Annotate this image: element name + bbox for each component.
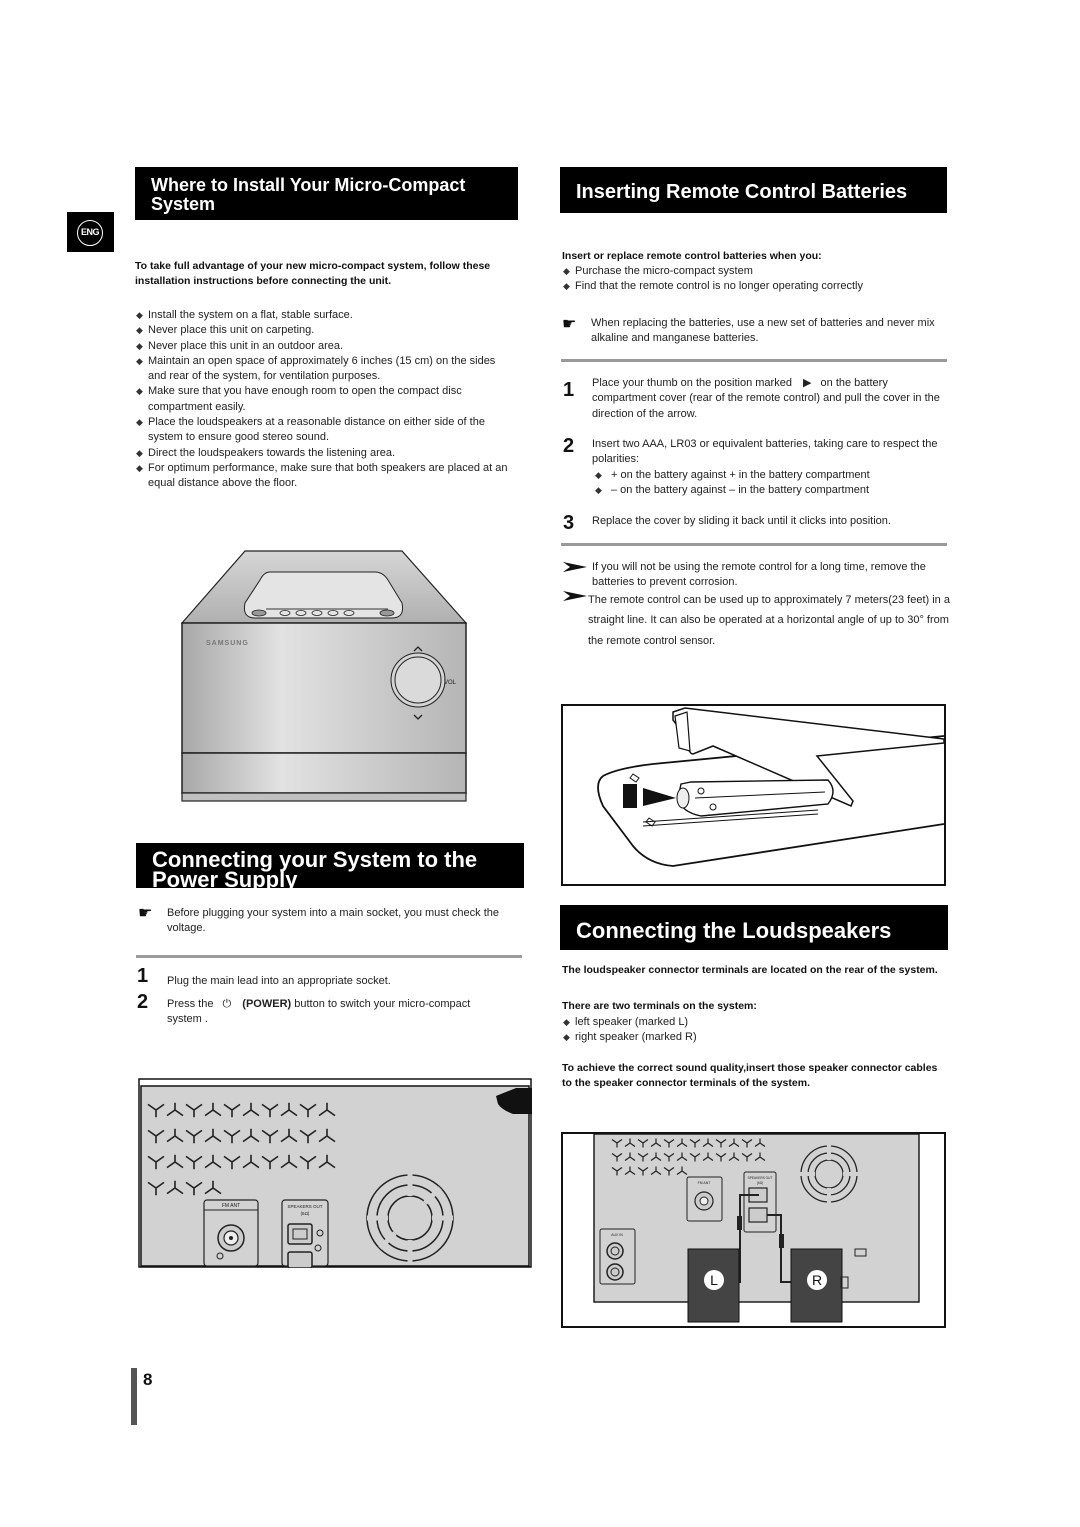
list-item: + on the battery against + in the batter… bbox=[595, 468, 945, 484]
list-item: Never place this unit in an outdoor area… bbox=[136, 339, 516, 355]
speakers-lead-2: There are two terminals on the system: bbox=[562, 1000, 757, 1012]
tip-arrow-icon bbox=[562, 590, 588, 602]
step-text: button to switch your micro-compact syst… bbox=[167, 998, 471, 1026]
list-item: Never place this unit on carpeting. bbox=[136, 323, 516, 339]
list-item: – on the battery against – in the batter… bbox=[595, 483, 945, 499]
list-item: Find that the remote control is no longe… bbox=[563, 279, 943, 295]
divider bbox=[561, 543, 947, 546]
install-intro: To take full advantage of your new micro… bbox=[135, 260, 491, 288]
list-item: Maintain an open space of approximately … bbox=[136, 354, 516, 385]
right-speaker-marker: R bbox=[812, 1272, 822, 1288]
left-speaker-marker: L bbox=[710, 1272, 718, 1288]
play-arrow-icon: ▶ bbox=[803, 377, 812, 389]
rear-panel-illustration: FM ANT SPEAKERS OUT (6Ω) bbox=[138, 1078, 532, 1268]
divider bbox=[561, 359, 947, 362]
pointing-hand-icon: ☛ bbox=[138, 905, 153, 922]
battery-tip-1: If you will not be using the remote cont… bbox=[592, 561, 926, 589]
micro-system-front-illustration: SAMSUNG VOL bbox=[180, 548, 470, 803]
list-item: For optimum performance, make sure that … bbox=[136, 461, 516, 492]
section-title-install: Where to Install Your Micro-Compact Syst… bbox=[135, 167, 518, 220]
step-text: Place your thumb on the position marked bbox=[592, 377, 792, 389]
power-note: Before plugging your system into a main … bbox=[167, 907, 499, 935]
batteries-bullet-list: Purchase the micro-compact system Find t… bbox=[563, 264, 943, 295]
speakers-bullet-list: left speaker (marked L) right speaker (m… bbox=[563, 1015, 943, 1046]
list-item: Install the system on a flat, stable sur… bbox=[136, 308, 516, 324]
fm-antenna-label: FM ANT bbox=[698, 1181, 712, 1185]
section-title-batteries: Inserting Remote Control Batteries bbox=[560, 167, 947, 213]
divider bbox=[136, 955, 522, 958]
speakers-out-label: SPEAKERS OUT bbox=[748, 1176, 773, 1180]
list-item: Purchase the micro-compact system bbox=[563, 264, 943, 280]
list-item: Make sure that you have enough room to o… bbox=[136, 384, 516, 415]
section-title-speakers: Connecting the Loudspeakers bbox=[560, 905, 948, 950]
impedance-label: (6Ω) bbox=[301, 1211, 310, 1216]
battery-step-1: Place your thumb on the position marked … bbox=[592, 376, 944, 422]
step-number: 1 bbox=[137, 965, 149, 987]
power-step-1: Plug the main lead into an appropriate s… bbox=[167, 975, 391, 987]
battery-tip-2: The remote control can be used up to app… bbox=[588, 594, 950, 647]
step-number: 2 bbox=[137, 991, 149, 1013]
polarity-list: + on the battery against + in the batter… bbox=[595, 468, 945, 499]
aux-in-label: AUX IN bbox=[611, 1233, 623, 1237]
power-icon: ⏻ bbox=[222, 998, 232, 1010]
step-number: 3 bbox=[563, 512, 575, 534]
battery-step-2: Insert two AAA, LR03 or equivalent batte… bbox=[592, 438, 938, 466]
section-title-power: Connecting your System to the Power Supp… bbox=[136, 843, 524, 888]
step-number: 2 bbox=[563, 435, 575, 457]
battery-step-3: Replace the cover by sliding it back unt… bbox=[592, 515, 891, 527]
batteries-lead: Insert or replace remote control batteri… bbox=[562, 250, 822, 262]
speakers-lead-1: The loudspeaker connector terminals are … bbox=[562, 964, 938, 976]
remote-battery-illustration bbox=[561, 704, 946, 886]
page-number: 8 bbox=[143, 1370, 153, 1389]
list-item: left speaker (marked L) bbox=[563, 1015, 943, 1031]
list-item: right speaker (marked R) bbox=[563, 1030, 943, 1046]
page-number-bar bbox=[131, 1368, 137, 1425]
tip-arrow-icon bbox=[562, 561, 588, 573]
speakers-lead-3: To achieve the correct sound quality,ins… bbox=[562, 1062, 938, 1090]
impedance-label: (6Ω) bbox=[757, 1181, 763, 1185]
power-step-2: Press the ⏻ (POWER) button to switch you… bbox=[167, 997, 507, 1028]
step-text: Press the bbox=[167, 998, 214, 1010]
speakers-out-label: SPEAKERS OUT bbox=[287, 1204, 322, 1209]
volume-label: VOL bbox=[444, 680, 457, 686]
language-badge: ENG bbox=[67, 212, 114, 252]
list-item: Direct the loudspeakers towards the list… bbox=[136, 446, 516, 462]
speaker-connection-illustration: FM ANT SPEAKERS OUT (6Ω) AUX IN L R bbox=[561, 1132, 946, 1328]
list-item: Place the loudspeakers at a reasonable d… bbox=[136, 415, 516, 446]
step-number: 1 bbox=[563, 379, 575, 401]
batteries-note: When replacing the batteries, use a new … bbox=[591, 317, 935, 345]
fm-antenna-label: FM ANT bbox=[222, 1203, 240, 1209]
brand-logo: SAMSUNG bbox=[206, 640, 249, 647]
install-bullet-list: Install the system on a flat, stable sur… bbox=[136, 308, 516, 492]
power-button-label: (POWER) bbox=[242, 998, 292, 1010]
language-badge-label: ENG bbox=[77, 220, 103, 246]
pointing-hand-icon: ☛ bbox=[562, 316, 577, 333]
